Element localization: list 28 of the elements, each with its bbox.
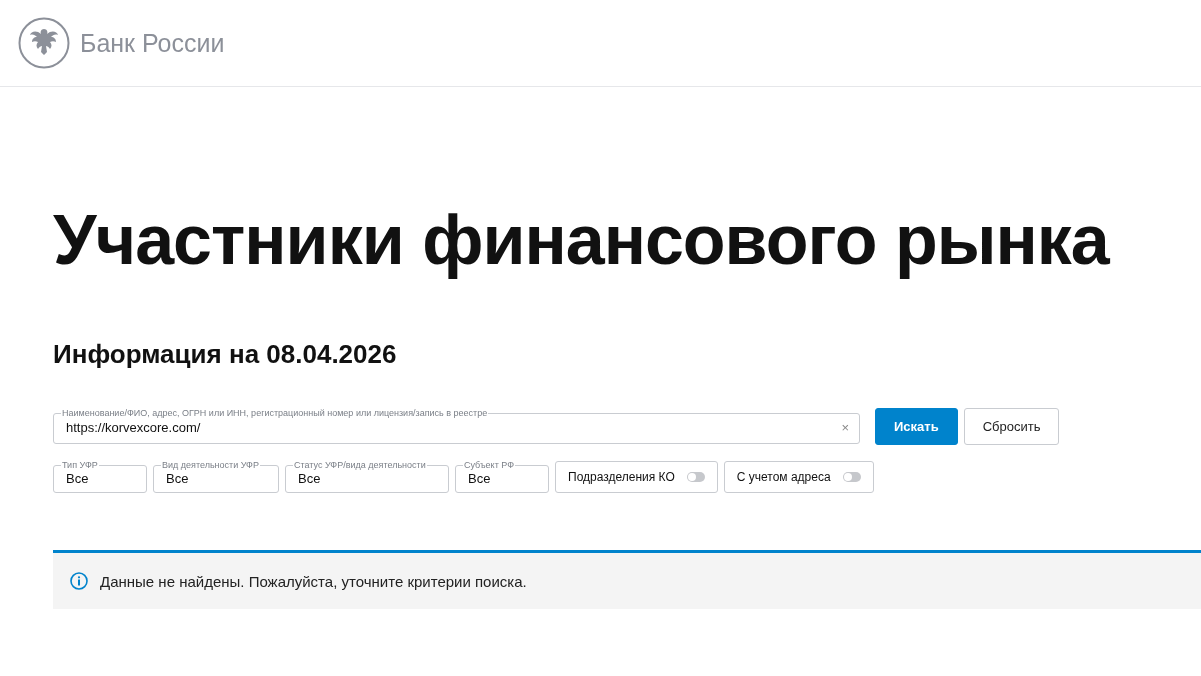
toggle-control[interactable]: Подразделения КО bbox=[555, 461, 718, 493]
search-field[interactable]: Наименование/ФИО, адрес, ОГРН или ИНН, регистрационный номер или лицензия/запись в реестре https://korvexcore.com/ × bbox=[53, 408, 860, 444]
field-label: Статус УФР/вида деятельности bbox=[293, 460, 427, 470]
toggle-switch[interactable] bbox=[686, 472, 705, 482]
toggle-switch[interactable] bbox=[842, 472, 861, 482]
field-label: Тип УФР bbox=[61, 460, 99, 470]
field-value: Все bbox=[468, 470, 492, 486]
clear-button[interactable]: × bbox=[841, 420, 849, 435]
notice-message: Данные не найдены. Пожалуйста, уточните критерии поиска. bbox=[100, 572, 527, 590]
select-field[interactable]: Вид деятельности УФР Все bbox=[153, 460, 279, 493]
field-label: Наименование/ФИО, адрес, ОГРН или ИНН, регистрационный номер или лицензия/запись в реестре bbox=[61, 408, 489, 418]
info-date-heading: Информация на 08.04.2026 bbox=[53, 341, 398, 367]
field-label: Субъект РФ bbox=[463, 460, 515, 470]
search-value: https://korvexcore.com/ bbox=[66, 420, 202, 435]
emblem-icon[interactable] bbox=[18, 17, 70, 69]
field-label: Вид деятельности УФР bbox=[161, 460, 260, 470]
field-value: Все bbox=[66, 470, 90, 486]
field-value: Все bbox=[166, 470, 190, 486]
select-field[interactable]: Субъект РФ Все bbox=[455, 460, 549, 493]
select-field[interactable]: Статус УФР/вида деятельности Все bbox=[285, 460, 449, 493]
info-icon bbox=[70, 572, 88, 590]
toggle-label: Подразделения КО bbox=[568, 470, 675, 484]
select-field[interactable]: Тип УФР Все bbox=[53, 460, 147, 493]
field-value: Все bbox=[298, 470, 322, 486]
reset-button[interactable]: Сбросить bbox=[963, 408, 1060, 445]
toggle-control[interactable]: С учетом адреса bbox=[723, 461, 874, 493]
search-button[interactable]: Искать bbox=[875, 408, 958, 445]
toggle-label: С учетом адреса bbox=[736, 470, 831, 484]
